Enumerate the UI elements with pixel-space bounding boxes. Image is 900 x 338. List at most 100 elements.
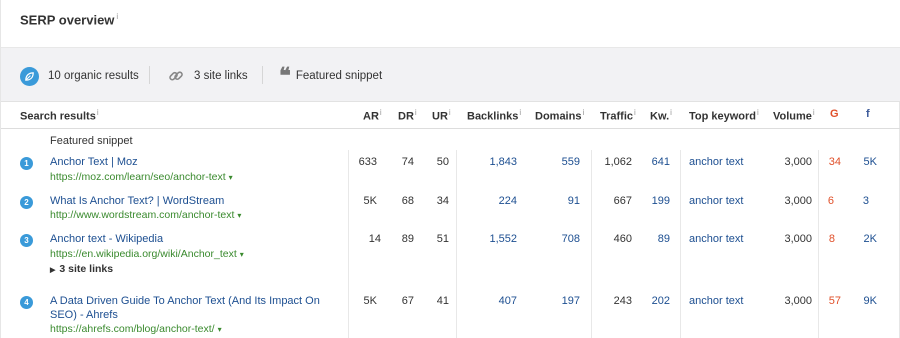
traffic-value: 1,062	[604, 156, 632, 168]
column-divider	[591, 150, 592, 338]
header-divider	[1, 128, 900, 129]
top-keyword-link[interactable]: anchor text	[689, 156, 743, 169]
ar-value: 633	[358, 156, 377, 168]
facebook-value: 9K	[863, 295, 877, 307]
title-text: SERP overview	[20, 12, 115, 28]
col-dr[interactable]: DRi	[398, 108, 417, 123]
col-ar[interactable]: ARi	[363, 108, 382, 123]
column-divider	[456, 150, 457, 338]
facebook-value: 3	[862, 195, 869, 207]
result-title-link[interactable]: What Is Anchor Text? | WordStream	[50, 195, 224, 208]
kw-value[interactable]: 641	[652, 156, 670, 169]
volume-value: 3,000	[784, 295, 812, 307]
col-google[interactable]: G	[830, 108, 839, 120]
result-title-link[interactable]: Anchor Text | Moz	[50, 156, 138, 169]
col-search-results[interactable]: Search resultsi	[20, 108, 99, 123]
serp-overview-panel: SERP overview i 10 organic results 3 site…	[0, 0, 900, 338]
link-icon	[167, 67, 185, 85]
info-icon[interactable]: i	[116, 12, 118, 21]
top-keyword-link[interactable]: anchor text	[689, 233, 743, 246]
divider	[149, 66, 150, 84]
site-links-text: 3 site links	[194, 70, 248, 82]
dr-value: 68	[401, 195, 414, 207]
col-domains[interactable]: Domainsi	[535, 108, 584, 123]
rank-badge: 3	[20, 234, 33, 247]
result-url[interactable]: https://en.wikipedia.org/wiki/Anchor_tex…	[50, 248, 244, 261]
leaf-icon	[20, 66, 39, 86]
result-url[interactable]: https://moz.com/learn/seo/anchor-text ▾	[50, 171, 233, 184]
col-top-keyword[interactable]: Top keywordi	[689, 108, 759, 123]
domains-value[interactable]: 197	[562, 295, 580, 308]
backlinks-value[interactable]: 1,843	[489, 156, 517, 169]
kw-value[interactable]: 89	[658, 233, 670, 246]
column-divider	[348, 150, 349, 338]
traffic-value: 460	[613, 233, 632, 245]
result-title-link[interactable]: A Data Driven Guide To Anchor Text (And …	[50, 295, 320, 322]
title-line: SEO) - Ahrefs	[50, 309, 118, 321]
caret-right-icon: ▶	[50, 267, 56, 274]
domains-value[interactable]: 708	[562, 233, 580, 246]
top-keyword-link[interactable]: anchor text	[689, 195, 743, 208]
organic-results-text: 10 organic results	[48, 70, 139, 82]
result-url[interactable]: https://ahrefs.com/blog/anchor-text/▾	[50, 323, 222, 336]
panel-header: SERP overview i	[1, 0, 900, 47]
page-title: SERP overview i	[20, 12, 118, 27]
ar-value: 5K	[363, 195, 377, 207]
facebook-value: 2K	[863, 233, 877, 245]
google-value: 34	[828, 156, 841, 168]
featured-snippet-label: Featured snippet	[50, 135, 133, 147]
divider	[262, 66, 263, 84]
backlinks-value[interactable]: 1,552	[489, 233, 517, 246]
traffic-value: 243	[613, 295, 632, 307]
rank-badge: 2	[20, 196, 33, 209]
chevron-down-icon[interactable]: ▾	[237, 211, 241, 220]
site-links-toggle[interactable]: ▶ 3 site links	[50, 263, 113, 275]
col-traffic[interactable]: Traffici	[600, 108, 636, 123]
ar-value: 5K	[363, 295, 377, 307]
col-volume[interactable]: Volumei	[773, 108, 815, 123]
domains-value[interactable]: 91	[568, 195, 580, 208]
ur-value: 50	[436, 156, 449, 168]
rank-badge: 4	[20, 296, 33, 309]
dr-value: 74	[401, 156, 414, 168]
ur-value: 41	[436, 295, 449, 307]
rank-badge: 1	[20, 157, 33, 170]
google-value: 6	[827, 195, 834, 207]
quote-icon: ❝	[279, 63, 291, 89]
organic-results-summary: 10 organic results	[20, 65, 139, 87]
column-divider	[818, 150, 819, 338]
result-title-link[interactable]: Anchor text - Wikipedia	[50, 233, 163, 246]
google-value: 8	[828, 233, 835, 245]
ar-value: 14	[368, 233, 381, 245]
col-facebook-icon[interactable]: f	[866, 108, 870, 120]
kw-value[interactable]: 202	[652, 295, 670, 308]
top-keyword-link[interactable]: anchor text	[689, 295, 743, 308]
dr-value: 67	[401, 295, 414, 307]
chevron-down-icon[interactable]: ▾	[240, 250, 244, 259]
traffic-value: 667	[613, 195, 632, 207]
ur-value: 51	[436, 233, 449, 245]
backlinks-value[interactable]: 407	[499, 295, 517, 308]
site-links-summary: 3 site links	[167, 65, 248, 87]
col-kw[interactable]: Kw.i	[650, 108, 672, 123]
col-ur[interactable]: URi	[432, 108, 451, 123]
chevron-down-icon[interactable]: ▾	[229, 173, 233, 182]
volume-value: 3,000	[784, 156, 812, 168]
result-url[interactable]: http://www.wordstream.com/anchor-text ▾	[50, 209, 241, 222]
dr-value: 89	[401, 233, 414, 245]
summary-bar: 10 organic results 3 site links ❝ Featur…	[1, 47, 900, 102]
kw-value[interactable]: 199	[652, 195, 670, 208]
chevron-down-icon[interactable]: ▾	[218, 325, 222, 334]
column-divider	[680, 150, 681, 338]
volume-value: 3,000	[784, 233, 812, 245]
facebook-value: 5K	[863, 156, 877, 168]
ur-value: 34	[436, 195, 449, 207]
domains-value[interactable]: 559	[562, 156, 580, 169]
volume-value: 3,000	[784, 195, 812, 207]
col-backlinks[interactable]: Backlinksi	[467, 108, 521, 123]
title-line: A Data Driven Guide To Anchor Text (And …	[50, 295, 320, 307]
backlinks-value[interactable]: 224	[499, 195, 517, 208]
featured-snippet-text: Featured snippet	[295, 70, 383, 82]
featured-snippet-summary: ❝ Featured snippet	[279, 65, 382, 87]
google-value: 57	[828, 295, 841, 307]
